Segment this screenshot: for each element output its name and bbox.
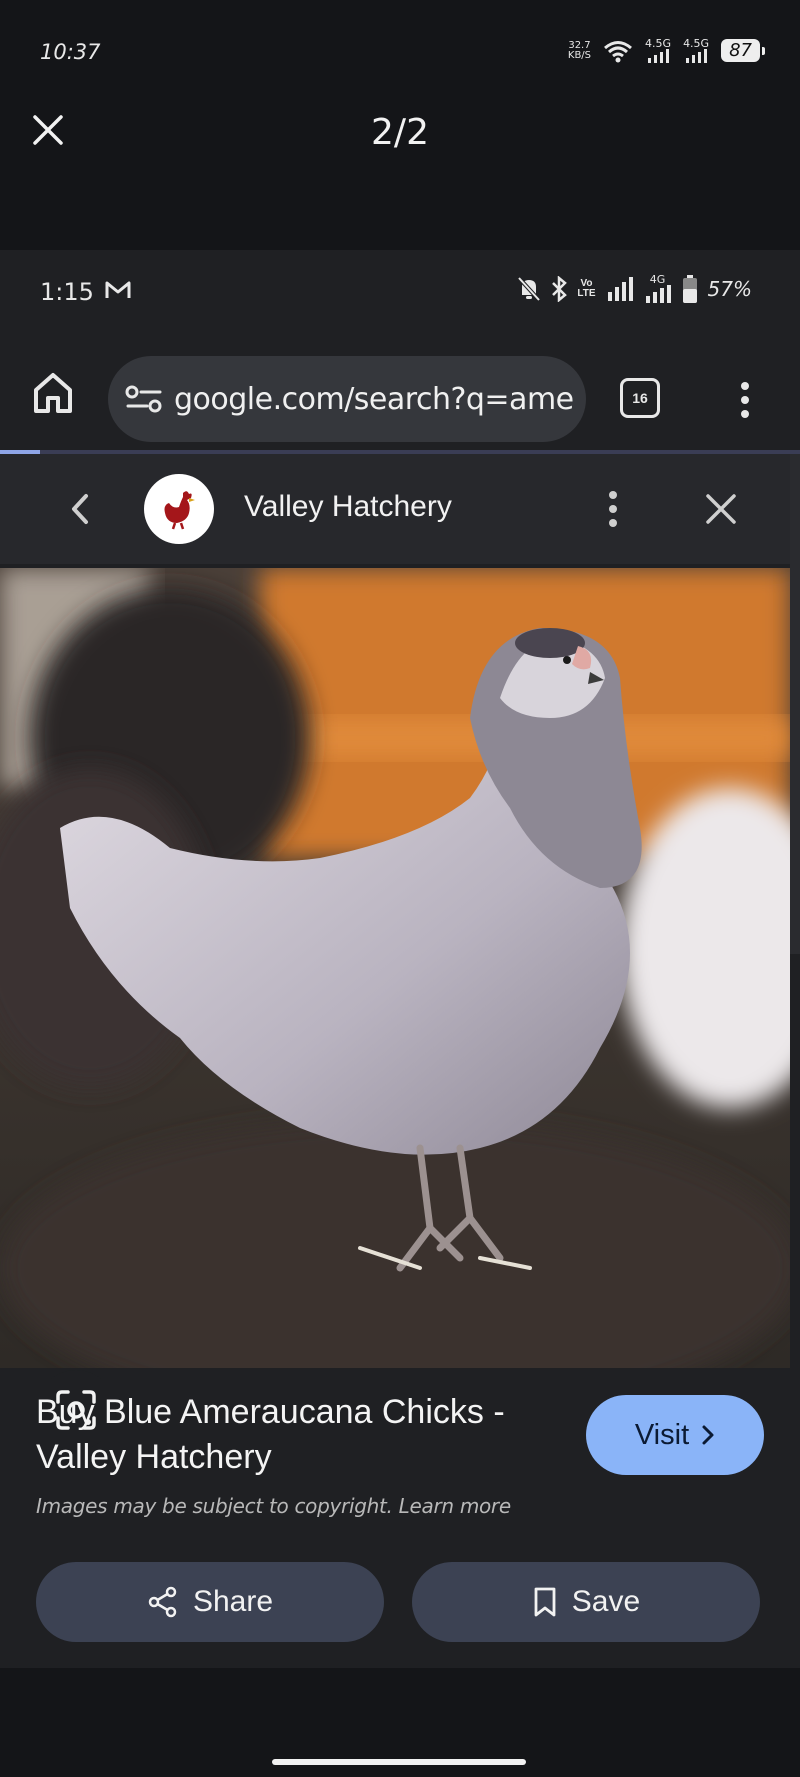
- source-panel-header: Valley Hatchery: [0, 454, 790, 564]
- screenshot-content: 1:15 Vo LTE 4G 57% google.com/search?q=a…: [0, 250, 800, 1668]
- bluetooth-icon: [552, 275, 568, 302]
- mute-icon: [517, 276, 541, 301]
- volte-icon: Vo LTE: [577, 277, 596, 299]
- home-indicator[interactable]: [272, 1759, 526, 1765]
- more-vert-icon: [609, 491, 617, 527]
- result-image[interactable]: [0, 568, 790, 1368]
- battery-icon: [682, 274, 697, 303]
- signal-1-icon: 4.5G: [645, 38, 671, 63]
- visit-label: Visit: [634, 1418, 690, 1451]
- url-text: google.com/search?q=amercan: [174, 381, 574, 417]
- site-settings-icon: [125, 385, 162, 413]
- image-counter: 2/2: [371, 112, 429, 153]
- tab-switcher-button[interactable]: 16: [620, 378, 660, 418]
- bookmark-icon: [534, 1587, 556, 1617]
- network-speed: 32.7 KB/S: [567, 39, 592, 61]
- site-name: Valley Hatchery: [244, 490, 452, 523]
- rooster-icon: [164, 491, 195, 530]
- signal-4g-icon: 4G: [644, 274, 672, 303]
- scrollbar[interactable]: [790, 454, 800, 954]
- save-button[interactable]: Save: [412, 1562, 760, 1642]
- battery-icon: 87: [721, 39, 765, 62]
- share-label: Share: [192, 1585, 274, 1618]
- browser-toolbar: google.com/search?q=amercan 16: [0, 340, 800, 450]
- gmail-icon: [105, 281, 131, 298]
- panel-menu-button[interactable]: [600, 484, 626, 534]
- chevron-left-icon: [72, 494, 88, 524]
- home-button[interactable]: [30, 370, 76, 416]
- chevron-right-icon: [702, 1425, 714, 1445]
- inner-clock: 1:15: [40, 278, 94, 306]
- back-button[interactable]: [62, 484, 98, 534]
- home-icon: [34, 373, 72, 413]
- signal-2-icon: 4.5G: [683, 38, 709, 63]
- outer-clock: 10:37: [40, 40, 101, 64]
- more-vert-icon: [741, 382, 749, 418]
- close-icon: [706, 494, 736, 524]
- outer-status-bar: 10:37 32.7 KB/S 4.5G 4.5G 87: [0, 0, 800, 100]
- signal-icon: [607, 276, 633, 301]
- share-icon: [148, 1586, 177, 1618]
- wifi-icon: [604, 40, 632, 62]
- site-logo: [144, 474, 214, 544]
- inner-status-bar: 1:15 Vo LTE 4G 57%: [0, 250, 800, 340]
- result-title[interactable]: Buy Blue Ameraucana Chicks - Valley Hatc…: [36, 1390, 556, 1480]
- url-bar[interactable]: google.com/search?q=amercan: [108, 356, 586, 442]
- save-label: Save: [571, 1585, 641, 1618]
- battery-percent: 57%: [707, 276, 752, 301]
- panel-close-button[interactable]: [700, 488, 742, 530]
- browser-menu-button[interactable]: [735, 380, 755, 420]
- share-button[interactable]: Share: [36, 1562, 384, 1642]
- visit-button[interactable]: Visit: [586, 1395, 764, 1475]
- chicken-photo: [0, 568, 790, 1368]
- copyright-notice[interactable]: Images may be subject to copyright. Lear…: [36, 1494, 511, 1518]
